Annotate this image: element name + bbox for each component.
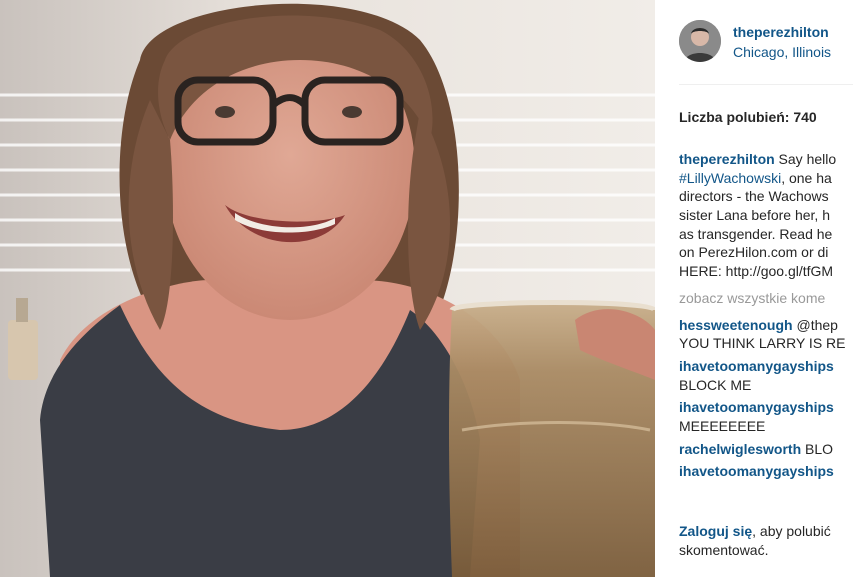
comment-line: ihavetoomanygayships xyxy=(679,357,853,376)
comment-item: hessweetenough @thep YOU THINK LARRY IS … xyxy=(679,316,853,353)
comment-username[interactable]: hessweetenough xyxy=(679,317,793,333)
caption-line: #LillyWachowski, one ha xyxy=(679,169,853,188)
comment-text: @thep xyxy=(792,316,838,333)
comments-section: theperezhilton Say hello #LillyWachowski… xyxy=(679,150,853,485)
likes-count[interactable]: Liczba polubień: 740 xyxy=(679,109,817,125)
comment-item: ihavetoomanygayships BLOCK ME xyxy=(679,357,853,394)
caption-text: , one ha xyxy=(781,169,832,186)
caption-line: theperezhilton Say hello xyxy=(679,150,853,169)
comment-username[interactable]: ihavetoomanygayships xyxy=(679,358,834,374)
comment-username[interactable]: ihavetoomanygayships xyxy=(679,399,834,415)
post-header: theperezhilton Chicago, Illinois xyxy=(679,18,853,64)
profile-photo-icon xyxy=(679,20,721,62)
caption-hashtag[interactable]: #LillyWachowski xyxy=(679,170,781,186)
comment-line: rachelwiglesworth BLO xyxy=(679,440,853,459)
comment-line: BLOCK ME xyxy=(679,376,752,393)
comment-item: ihavetoomanygayships xyxy=(679,462,853,481)
post-username[interactable]: theperezhilton xyxy=(733,24,829,40)
login-prompt-text: , aby polubić xyxy=(752,523,831,539)
post-image xyxy=(0,0,655,577)
login-prompt-text: skomentować. xyxy=(679,542,769,558)
post-sidebar: theperezhilton Chicago, Illinois Liczba … xyxy=(655,0,853,577)
see-all-comments-link[interactable]: zobacz wszystkie kome xyxy=(679,289,853,308)
login-link[interactable]: Zaloguj się xyxy=(679,523,752,539)
caption-line: sister Lana before her, h xyxy=(679,207,830,224)
comment-username[interactable]: rachelwiglesworth xyxy=(679,441,801,457)
avatar[interactable] xyxy=(679,20,721,62)
comment-line: ihavetoomanygayships xyxy=(679,462,853,481)
caption-line: as transgender. Read he xyxy=(679,225,833,242)
comment-text: BLO xyxy=(801,440,834,457)
login-prompt: Zaloguj się, aby polubić skomentować. xyxy=(679,522,831,560)
divider xyxy=(679,84,853,85)
comment-item: ihavetoomanygayships MEEEEEEEE xyxy=(679,398,853,435)
caption-line: on PerezHilon.com or di xyxy=(679,244,829,261)
post-location[interactable]: Chicago, Illinois xyxy=(733,44,831,60)
comment-line: hessweetenough @thep xyxy=(679,316,853,335)
caption-text: Say hello xyxy=(774,151,837,167)
comment-line: YOU THINK LARRY IS RE xyxy=(679,335,846,352)
caption-line: HERE: http://goo.gl/tfGM xyxy=(679,263,834,280)
comment-item: rachelwiglesworth BLO xyxy=(679,440,853,459)
caption-line: directors - the Wachows xyxy=(679,188,829,205)
caption-username[interactable]: theperezhilton xyxy=(679,151,775,167)
comment-line: ihavetoomanygayships xyxy=(679,398,853,417)
comment-line: MEEEEEEEE xyxy=(679,417,766,434)
comment-username[interactable]: ihavetoomanygayships xyxy=(679,463,834,479)
post-photo[interactable] xyxy=(0,0,655,577)
